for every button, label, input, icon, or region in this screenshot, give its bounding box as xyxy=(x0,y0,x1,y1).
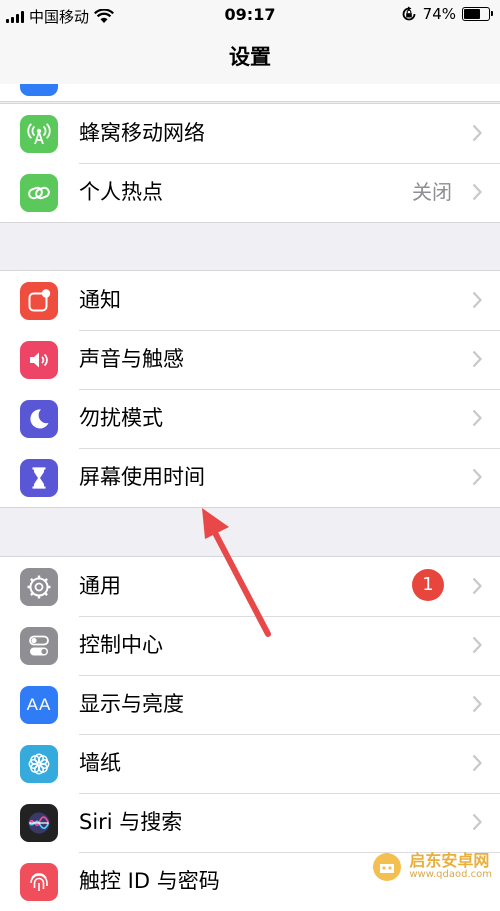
chevron-right-icon xyxy=(472,409,482,427)
watermark-name: 启东安卓网 xyxy=(409,851,490,871)
row-label: 勿扰模式 xyxy=(79,406,163,430)
hourglass-icon xyxy=(20,459,58,497)
row-label: 个人热点 xyxy=(79,180,163,204)
row-value: 关闭 xyxy=(412,180,452,204)
fingerprint-icon xyxy=(20,863,58,901)
row-label: 通知 xyxy=(79,288,121,312)
notifications-icon xyxy=(20,282,58,320)
row-label: 通用 xyxy=(79,574,121,598)
hotspot-link-icon xyxy=(20,174,58,212)
notification-badge: 1 xyxy=(412,569,444,601)
settings-group-0 xyxy=(0,84,500,102)
row-label: 控制中心 xyxy=(79,633,163,657)
toggles-icon xyxy=(20,627,58,665)
row-notifications[interactable]: 通知 xyxy=(0,271,500,330)
speaker-icon xyxy=(20,341,58,379)
row-sounds[interactable]: 声音与触感 xyxy=(0,330,500,389)
chevron-right-icon xyxy=(472,468,482,486)
row-cellular[interactable]: 蜂窝移动网络 xyxy=(0,104,500,163)
aa-icon-text: AA xyxy=(26,695,52,714)
status-right: 74% xyxy=(401,5,493,23)
row-label: 声音与触感 xyxy=(79,347,184,371)
chevron-right-icon xyxy=(472,695,482,713)
flower-icon xyxy=(20,745,58,783)
chevron-right-icon xyxy=(472,754,482,772)
chevron-right-icon xyxy=(472,636,482,654)
chevron-right-icon xyxy=(472,813,482,831)
status-bar: 中国移动 09:17 74% xyxy=(0,0,500,30)
rotation-lock-icon xyxy=(402,6,416,21)
row-display-brightness[interactable]: AA 显示与亮度 xyxy=(0,675,500,734)
row-general[interactable]: 通用 1 xyxy=(0,557,500,616)
row-do-not-disturb[interactable]: 勿扰模式 xyxy=(0,389,500,448)
battery-icon xyxy=(462,7,493,21)
moon-icon xyxy=(20,400,58,438)
chevron-right-icon xyxy=(472,124,482,142)
battery-level xyxy=(464,9,480,19)
cutoff-row-icon xyxy=(20,84,58,96)
gear-icon xyxy=(20,568,58,606)
battery-percent: 74% xyxy=(422,5,456,23)
row-control-center[interactable]: 控制中心 xyxy=(0,616,500,675)
chevron-right-icon xyxy=(472,577,482,595)
row-label: 墙纸 xyxy=(79,751,121,775)
chevron-right-icon xyxy=(472,183,482,201)
row-hotspot[interactable]: 个人热点 关闭 xyxy=(0,163,500,222)
row-label: 屏幕使用时间 xyxy=(79,465,205,489)
row-screen-time[interactable]: 屏幕使用时间 xyxy=(0,448,500,507)
aa-icon: AA xyxy=(20,686,58,724)
watermark-logo-icon xyxy=(373,853,402,881)
page-title: 设置 xyxy=(229,45,271,69)
row-wallpaper[interactable]: 墙纸 xyxy=(0,734,500,793)
chevron-right-icon xyxy=(472,291,482,309)
siri-icon xyxy=(20,804,58,842)
nav-bar: 设置 xyxy=(0,30,500,85)
settings-group-1: 蜂窝移动网络 个人热点 关闭 xyxy=(0,103,500,223)
antenna-icon xyxy=(20,115,58,153)
row-label: Siri 与搜索 xyxy=(79,810,183,834)
row-label: 蜂窝移动网络 xyxy=(79,121,205,145)
row-label: 触控 ID 与密码 xyxy=(79,869,220,893)
row-siri-search[interactable]: Siri 与搜索 xyxy=(0,793,500,852)
chevron-right-icon xyxy=(472,350,482,368)
settings-group-2: 通知 声音与触感 勿扰模式 屏幕使用时间 xyxy=(0,270,500,508)
watermark-url: www.qdaod.com xyxy=(409,869,492,881)
row-label: 显示与亮度 xyxy=(79,692,184,716)
site-watermark: 启东安卓网 www.qdaod.com xyxy=(371,851,492,883)
